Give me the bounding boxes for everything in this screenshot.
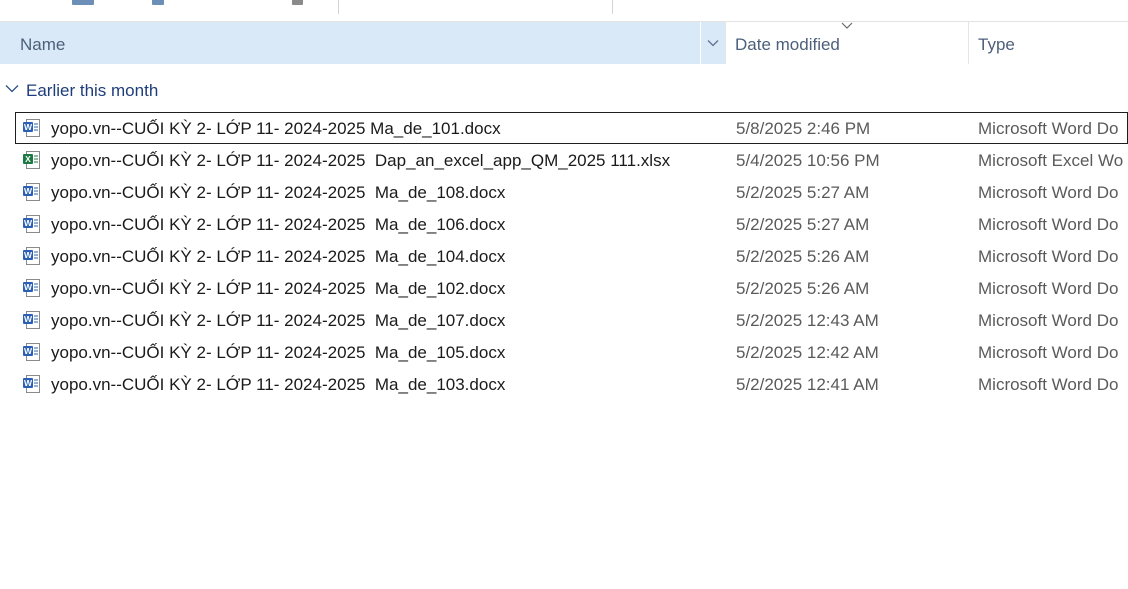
file-row[interactable]: Wyopo.vn--CUỐI KỲ 2- LỚP 11- 2024-2025 M…	[0, 112, 1128, 144]
file-date-modified: 5/2/2025 12:41 AM	[736, 375, 879, 394]
file-type: Microsoft Word Do	[978, 343, 1119, 362]
file-name: yopo.vn--CUỐI KỲ 2- LỚP 11- 2024-2025 Ma…	[51, 343, 506, 362]
file-type: Microsoft Word Do	[978, 183, 1119, 202]
word-doc-icon: W	[23, 247, 40, 265]
column-header-date-label: Date modified	[735, 35, 840, 54]
toolbar-divider	[612, 0, 613, 14]
svg-text:W: W	[24, 346, 33, 356]
file-name: yopo.vn--CUỐI KỲ 2- LỚP 11- 2024-2025 Ma…	[51, 183, 506, 202]
file-explorer-view: Name Date modified Type Earlier this mon…	[0, 0, 1128, 589]
file-date-modified: 5/2/2025 5:26 AM	[736, 279, 870, 298]
file-row[interactable]: Xyopo.vn--CUỐI KỲ 2- LỚP 11- 2024-2025 D…	[0, 144, 1128, 176]
word-doc-icon: W	[23, 375, 40, 393]
file-type: Microsoft Excel Wo	[978, 151, 1124, 170]
column-header-type-label: Type	[978, 35, 1015, 54]
file-date-modified: 5/2/2025 12:42 AM	[736, 343, 879, 362]
svg-text:W: W	[24, 282, 33, 292]
file-name: yopo.vn--CUỐI KỲ 2- LỚP 11- 2024-2025 Ma…	[51, 279, 506, 298]
file-date-modified: 5/2/2025 5:27 AM	[736, 215, 870, 234]
group-header[interactable]: Earlier this month	[0, 78, 1128, 104]
svg-text:W: W	[24, 314, 33, 324]
toolbar-button-icon[interactable]	[292, 0, 303, 5]
file-date-modified: 5/2/2025 5:27 AM	[736, 183, 870, 202]
file-name: yopo.vn--CUỐI KỲ 2- LỚP 11- 2024-2025 Da…	[51, 151, 671, 170]
file-type: Microsoft Word Do	[978, 247, 1119, 266]
word-doc-icon: W	[23, 119, 40, 137]
svg-text:W: W	[24, 250, 33, 260]
file-name: yopo.vn--CUỐI KỲ 2- LỚP 11- 2024-2025 Ma…	[51, 247, 506, 266]
column-header-name-label: Name	[20, 35, 66, 54]
svg-text:X: X	[25, 154, 31, 164]
file-date-modified: 5/2/2025 5:26 AM	[736, 247, 870, 266]
toolbar-button-icon[interactable]	[152, 0, 164, 5]
word-doc-icon: W	[23, 343, 40, 361]
svg-text:W: W	[24, 378, 33, 388]
file-name: yopo.vn--CUỐI KỲ 2- LỚP 11- 2024-2025 Ma…	[51, 375, 506, 394]
file-row[interactable]: Wyopo.vn--CUỐI KỲ 2- LỚP 11- 2024-2025 M…	[0, 240, 1128, 272]
file-type: Microsoft Word Do	[978, 119, 1119, 138]
file-row[interactable]: Wyopo.vn--CUỐI KỲ 2- LỚP 11- 2024-2025 M…	[0, 368, 1128, 400]
file-name: yopo.vn--CUỐI KỲ 2- LỚP 11- 2024-2025 Ma…	[51, 311, 506, 330]
file-row[interactable]: Wyopo.vn--CUỐI KỲ 2- LỚP 11- 2024-2025 M…	[0, 304, 1128, 336]
file-type: Microsoft Word Do	[978, 215, 1119, 234]
chevron-down-icon	[707, 40, 719, 47]
column-header-name[interactable]: Name	[0, 22, 700, 64]
file-name: yopo.vn--CUỐI KỲ 2- LỚP 11- 2024-2025 Ma…	[51, 215, 506, 234]
sort-descending-icon	[841, 22, 853, 29]
file-row[interactable]: Wyopo.vn--CUỐI KỲ 2- LỚP 11- 2024-2025 M…	[0, 272, 1128, 304]
toolbar	[0, 0, 1128, 22]
file-type: Microsoft Word Do	[978, 311, 1119, 330]
word-doc-icon: W	[23, 311, 40, 329]
word-doc-icon: W	[23, 215, 40, 233]
collapse-chevron-icon[interactable]	[5, 84, 19, 93]
file-type: Microsoft Word Do	[978, 375, 1119, 394]
excel-sheet-icon: X	[23, 151, 40, 169]
svg-text:W: W	[24, 218, 33, 228]
toolbar-button-icon[interactable]	[72, 0, 94, 5]
column-dropdown-button[interactable]	[701, 22, 725, 64]
column-header-type[interactable]: Type	[969, 22, 1128, 64]
svg-text:W: W	[24, 122, 33, 132]
file-type: Microsoft Word Do	[978, 279, 1119, 298]
file-row[interactable]: Wyopo.vn--CUỐI KỲ 2- LỚP 11- 2024-2025 M…	[0, 208, 1128, 240]
file-row[interactable]: Wyopo.vn--CUỐI KỲ 2- LỚP 11- 2024-2025 M…	[0, 336, 1128, 368]
word-doc-icon: W	[23, 279, 40, 297]
file-date-modified: 5/8/2025 2:46 PM	[736, 119, 871, 138]
group-header-label: Earlier this month	[26, 81, 159, 100]
word-doc-icon: W	[23, 183, 40, 201]
file-date-modified: 5/4/2025 10:56 PM	[736, 151, 880, 170]
file-row[interactable]: Wyopo.vn--CUỐI KỲ 2- LỚP 11- 2024-2025 M…	[0, 176, 1128, 208]
file-list: Wyopo.vn--CUỐI KỲ 2- LỚP 11- 2024-2025 M…	[0, 112, 1128, 400]
file-date-modified: 5/2/2025 12:43 AM	[736, 311, 879, 330]
file-name: yopo.vn--CUỐI KỲ 2- LỚP 11- 2024-2025 Ma…	[51, 119, 501, 138]
toolbar-divider	[338, 0, 339, 14]
column-header-row: Name Date modified Type	[0, 22, 1128, 64]
svg-text:W: W	[24, 186, 33, 196]
